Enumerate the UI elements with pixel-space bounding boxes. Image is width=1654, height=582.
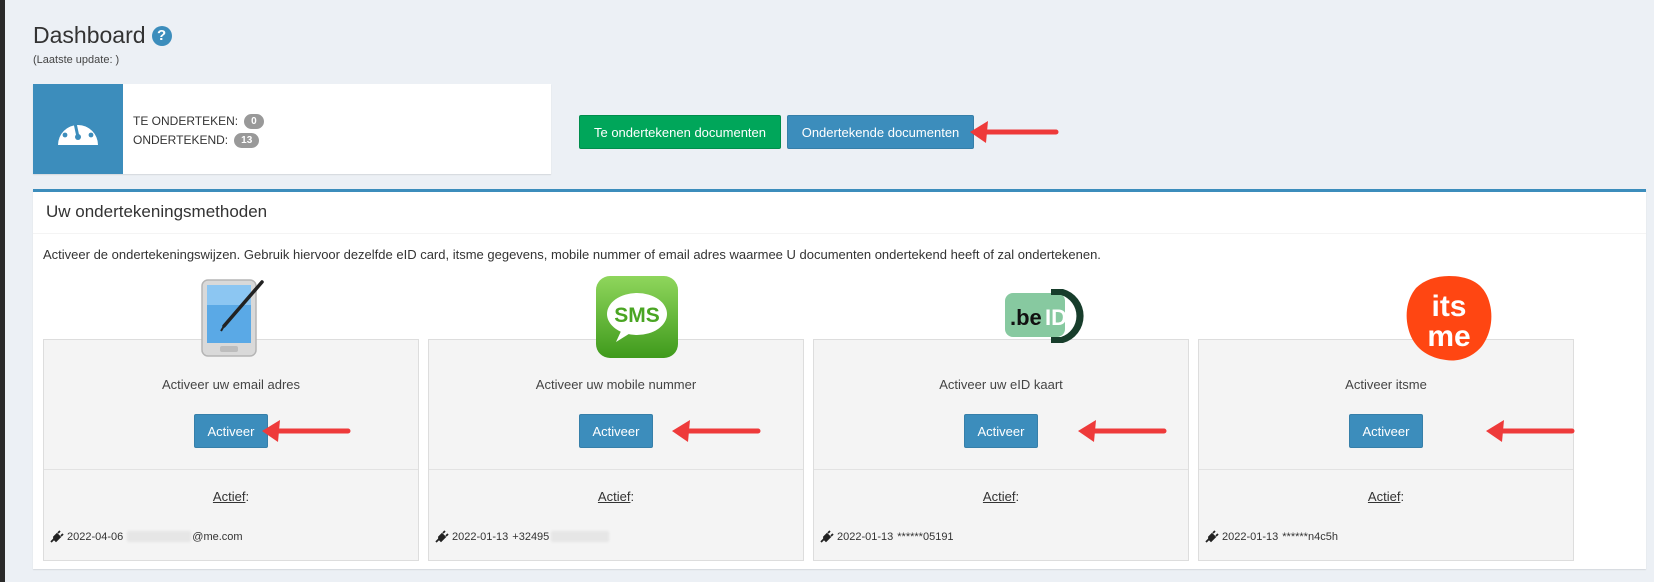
method-status: Actief: [429,489,803,504]
activate-email-button[interactable]: Activeer [194,414,268,448]
sms-logo-text: SMS [614,304,660,327]
method-entry: 2022-01-13 ******n4c5h [1205,530,1338,543]
method-status: Actief: [1199,489,1573,504]
signed-documents-button[interactable]: Ondertekende documenten [787,115,974,149]
redacted-text [551,531,610,542]
itsme-top-text: its [1431,290,1466,323]
annotation-arrow [262,420,351,442]
activate-itsme-button[interactable]: Activeer [1349,414,1423,448]
entry-date: 2022-01-13 [452,530,509,543]
entry-date: 2022-04-06 [67,530,124,543]
annotation-arrow [672,420,761,442]
method-card-label: Activeer uw mobile nummer [535,377,697,392]
entry-value: +32495 [512,530,550,543]
annotation-arrow [970,121,1059,143]
method-card-label: Activeer uw eID kaart [939,377,1063,392]
method-card-label: Activeer uw email adres [162,377,300,392]
page-title: Dashboard [33,22,146,48]
redacted-text [127,531,192,542]
itsme-bottom-text: me [1427,320,1470,353]
signed-count-badge: 13 [234,133,260,148]
entry-value: @me.com [192,530,243,543]
plug-icon[interactable] [820,530,834,543]
sms-icon: SMS [596,276,678,358]
status-link[interactable]: Actief [598,489,631,504]
beid-text: .be [1010,305,1042,330]
last-update-text: (Laatste update: ) [33,54,120,66]
status-colon: : [245,489,250,504]
status-colon: : [630,489,635,504]
entry-date: 2022-01-13 [837,530,894,543]
method-card-email: Activeer uw email adres Activeer Actief:… [43,339,419,561]
card-divider [1199,469,1573,470]
entry-value: ******n4c5h [1282,530,1338,543]
window-edge [0,0,5,582]
panel-description: Activeer de ondertekeningswijzen. Gebrui… [43,247,1101,262]
signed-line: ONDERTEKEND: 13 [133,131,264,150]
entry-date: 2022-01-13 [1222,530,1279,543]
page-header: Dashboard ? [33,22,172,49]
method-card-itsme: Activeer itsme Activeer Actief: 2022-01-… [1198,339,1574,561]
to-sign-line: TE ONDERTEKEN: 0 [133,112,264,131]
panel-title: Uw ondertekeningsmethoden [46,202,268,221]
activate-eid-button[interactable]: Activeer [964,414,1038,448]
signing-methods-panel: Uw ondertekeningsmethoden Activeer de on… [33,189,1646,569]
status-colon: : [1400,489,1405,504]
sign-summary-content: TE ONDERTEKEN: 0 ONDERTEKEND: 13 [123,84,264,174]
plug-icon[interactable] [50,530,64,543]
itsme-logo: its me [1406,276,1492,361]
method-entry: 2022-01-13 ******05191 [820,530,954,543]
annotation-arrow [1078,420,1167,442]
method-entry: 2022-04-06 @me.com [50,530,243,543]
plug-icon[interactable] [1205,530,1219,543]
plug-icon[interactable] [435,530,449,543]
status-link[interactable]: Actief [1368,489,1401,504]
panel-divider [33,233,1646,234]
tablet-pen-icon [201,279,264,357]
method-entry: 2022-01-13 +32495 [435,530,610,543]
status-colon: : [1015,489,1020,504]
to-sign-documents-button[interactable]: Te ondertekenen documenten [579,115,781,149]
status-link[interactable]: Actief [983,489,1016,504]
method-card-mobile: Activeer uw mobile nummer Activeer Actie… [428,339,804,561]
card-divider [814,469,1188,470]
method-status: Actief: [44,489,418,504]
dashboard-gauge-icon [33,84,123,174]
to-sign-label: TE ONDERTEKEN: [133,114,239,128]
card-divider [429,469,803,470]
card-divider [44,469,418,470]
method-card-eid: Activeer uw eID kaart Activeer Actief: 2… [813,339,1189,561]
entry-value: ******05191 [897,530,954,543]
sign-summary-box: TE ONDERTEKEN: 0 ONDERTEKEND: 13 [33,84,551,174]
method-card-label: Activeer itsme [1345,377,1427,392]
status-link[interactable]: Actief [213,489,246,504]
to-sign-count-badge: 0 [244,114,264,129]
beid-id-text: ID [1045,305,1067,330]
beid-logo: .be ID [1005,289,1084,343]
activate-mobile-button[interactable]: Activeer [579,414,653,448]
signed-label: ONDERTEKEND: [133,133,229,147]
help-icon[interactable]: ? [151,25,172,46]
method-status: Actief: [814,489,1188,504]
annotation-arrow [1486,420,1575,442]
